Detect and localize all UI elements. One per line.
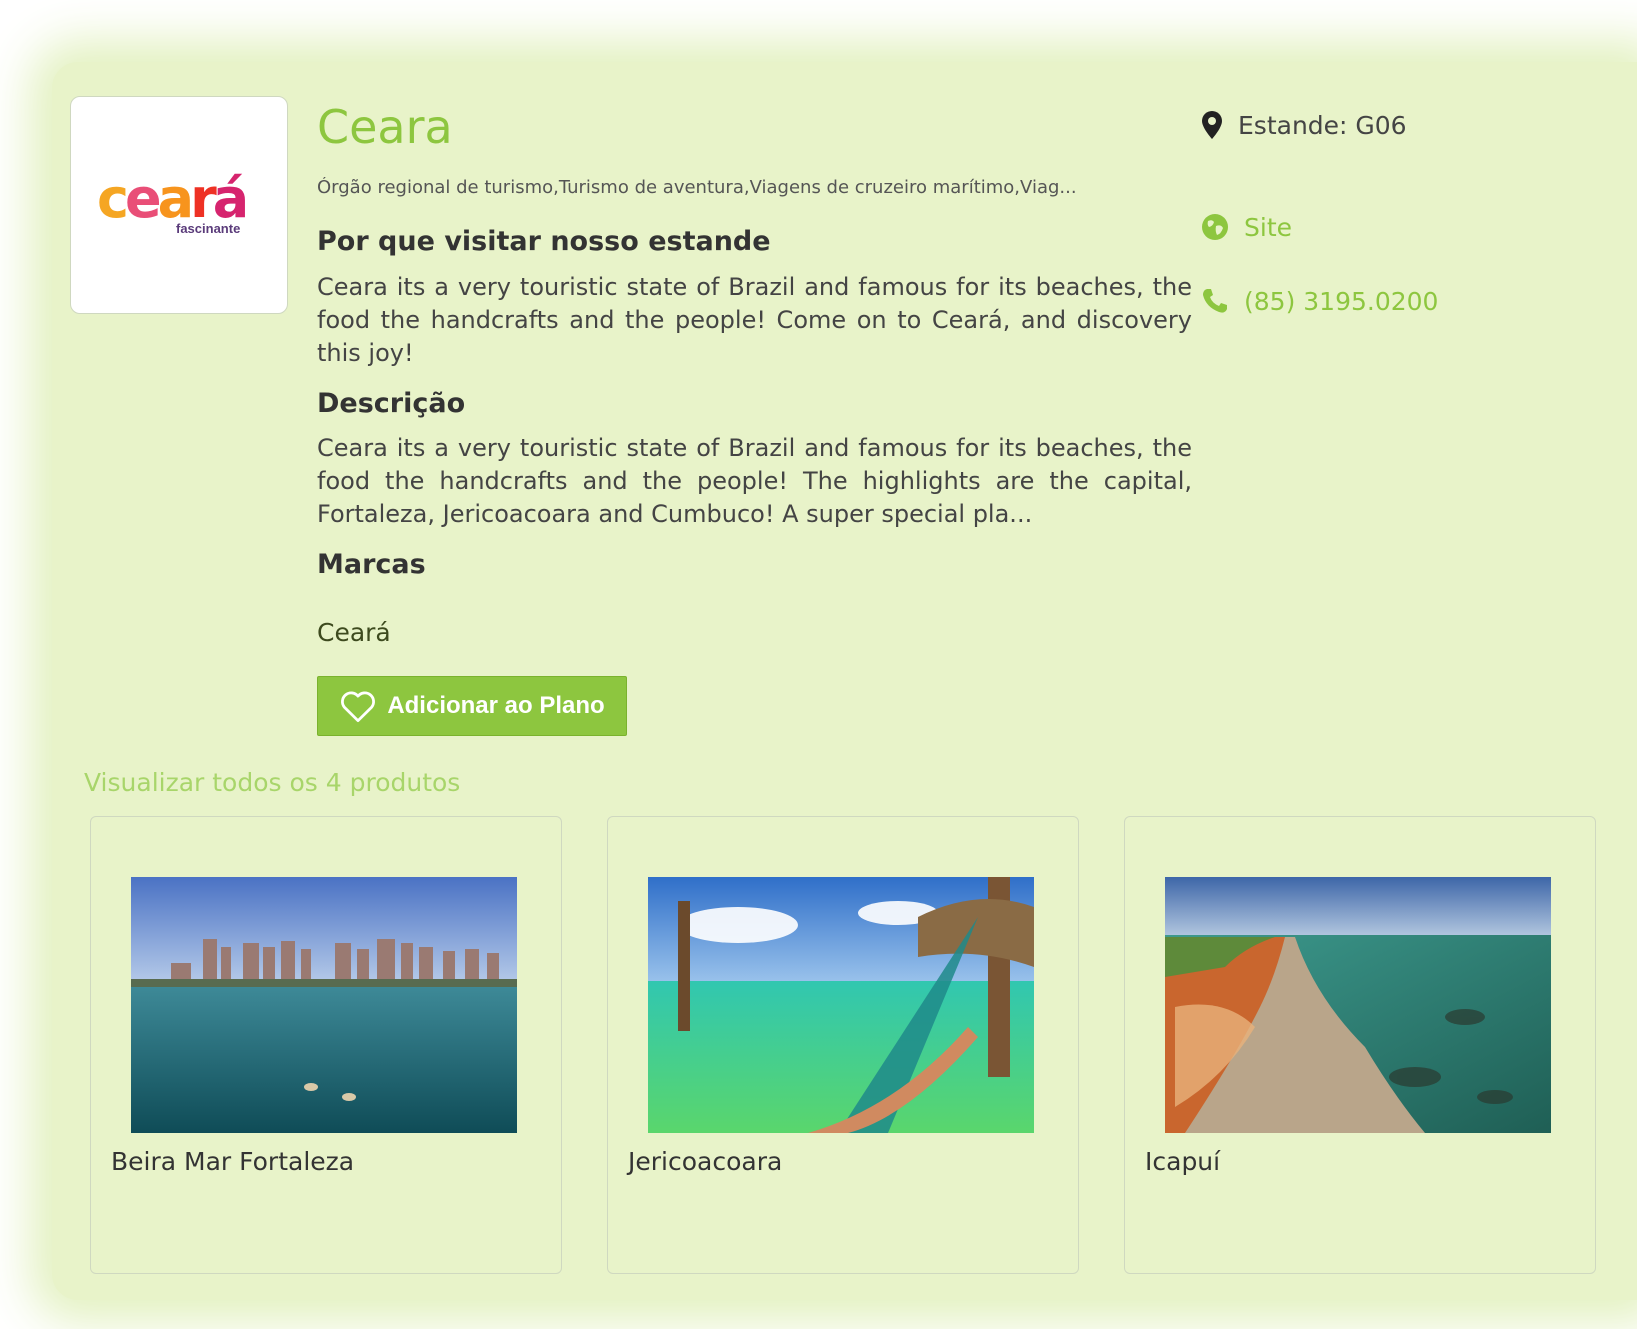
product-image-beira-mar [131, 877, 517, 1133]
add-to-plan-label: Adicionar ao Plano [387, 692, 605, 719]
brands-heading: Marcas [317, 549, 426, 580]
globe-icon [1200, 212, 1230, 242]
add-to-plan-button[interactable]: Adicionar ao Plano [317, 676, 627, 736]
brand-value: Ceará [317, 618, 391, 647]
phone-icon [1200, 286, 1230, 316]
phone-link[interactable]: (85) 3195.0200 [1200, 286, 1438, 316]
booth-label: Estande: G06 [1238, 110, 1407, 140]
site-label: Site [1244, 212, 1292, 242]
logo-subtext: fascinante [176, 221, 241, 236]
product-image-icapui [1165, 877, 1551, 1133]
product-card-icapui[interactable]: Icapuí [1124, 816, 1596, 1274]
view-all-products-link[interactable]: Visualizar todos os 4 produtos [84, 768, 460, 797]
exhibitor-name: Ceara [317, 100, 453, 154]
product-image-jericoacoara [648, 877, 1034, 1133]
map-pin-icon [1200, 110, 1224, 140]
heart-icon [339, 689, 377, 723]
booth-info: Estande: G06 [1200, 110, 1407, 140]
exhibitor-logo: ceará fascinante [70, 96, 288, 314]
exhibitor-panel: ceará fascinante Ceara Órgão regional de… [52, 62, 1637, 1300]
phone-label: (85) 3195.0200 [1244, 286, 1439, 316]
why-visit-text: Ceara its a very touristic state of Braz… [317, 273, 1192, 367]
why-visit-heading: Por que visitar nosso estande [317, 226, 771, 257]
site-link[interactable]: Site [1200, 212, 1292, 242]
description-heading: Descrição [317, 388, 466, 419]
description-text: Ceara its a very touristic state of Braz… [317, 434, 1192, 528]
product-card-jericoacoara[interactable]: Jericoacoara [607, 816, 1079, 1274]
product-name: Beira Mar Fortaleza [111, 1147, 355, 1176]
product-card-beira-mar[interactable]: Beira Mar Fortaleza [90, 816, 562, 1274]
exhibitor-categories: Órgão regional de turismo,Turismo de ave… [317, 177, 1077, 198]
product-name: Jericoacoara [628, 1147, 783, 1176]
product-name: Icapuí [1145, 1147, 1221, 1176]
